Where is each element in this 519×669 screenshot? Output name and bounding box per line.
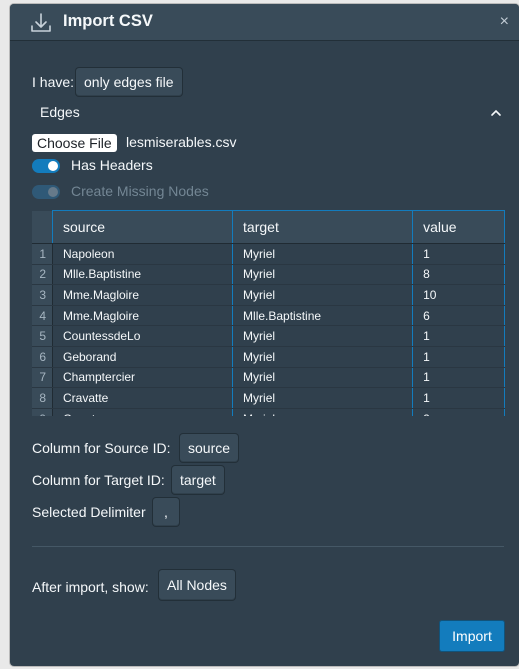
table-cell-target: Mlle.Baptistine — [232, 305, 414, 327]
table-cell-source: Napoleon — [51, 243, 234, 265]
edges-section-header[interactable]: Edges — [32, 104, 504, 124]
import-csv-dialog: Import CSV × I have: only edges file Edg… — [10, 4, 519, 666]
table-cell-source: Mme.Magloire — [51, 284, 234, 306]
close-icon[interactable]: × — [500, 13, 509, 31]
table-cell-source: Mme.Magloire — [51, 305, 234, 327]
table-row: 8 Cravatte Myriel 1 — [32, 387, 505, 409]
table-header-row: source target value — [32, 210, 505, 244]
table-cell-value: 1 — [412, 243, 505, 265]
table-cell-value: 1 — [412, 325, 505, 347]
dialog-header: Import CSV × — [10, 4, 519, 40]
table-cell-value: 1 — [412, 346, 505, 368]
divider — [32, 546, 504, 547]
table-row: 9CountMyriel2 — [32, 408, 505, 416]
row-number: 5 — [32, 325, 53, 347]
has-headers-label: Has Headers — [71, 157, 153, 173]
table-cell-value: 8 — [412, 264, 505, 286]
source-type-select[interactable]: only edges file — [76, 68, 182, 96]
table-cell-source: Mlle.Baptistine — [51, 264, 234, 286]
dialog-title: Import CSV — [63, 12, 153, 30]
table-row: 7 Champtercier Myriel 1 — [32, 367, 505, 389]
row-number: 3 — [32, 284, 53, 306]
target-id-select[interactable]: target — [172, 466, 224, 494]
table-row: 1 Napoleon Myriel 1 — [32, 243, 505, 265]
table-cell-source: Count — [51, 408, 234, 416]
table-cell-target: Myriel — [232, 387, 414, 409]
edges-section-title: Edges — [40, 104, 80, 120]
column-header-target[interactable]: target — [232, 210, 414, 244]
import-button[interactable]: Import — [439, 620, 505, 652]
table-row: 4 Mme.Magloire Mlle.Baptistine 6 — [32, 305, 505, 327]
table-cell-target: Myriel — [232, 284, 414, 306]
row-number: 4 — [32, 305, 53, 327]
table-cell-value: 2 — [412, 408, 505, 416]
table-row: 6 Geborand Myriel 1 — [32, 346, 505, 368]
row-number: 7 — [32, 367, 53, 389]
table-cell-source: Champtercier — [51, 367, 234, 389]
row-number: 1 — [32, 243, 53, 265]
create-missing-nodes-toggle — [32, 185, 60, 199]
download-icon — [31, 13, 51, 32]
table-cell-value: 10 — [412, 284, 505, 306]
create-missing-nodes-label: Create Missing Nodes — [71, 183, 209, 199]
chevron-up-icon[interactable] — [488, 107, 504, 119]
after-import-select[interactable]: All Nodes — [159, 570, 235, 600]
delimiter-select[interactable]: , — [153, 498, 179, 526]
choose-file-button[interactable]: Choose File — [32, 134, 117, 152]
delimiter-label: Selected Delimiter — [32, 504, 146, 520]
source-id-select[interactable]: source — [180, 434, 239, 462]
source-type-label: I have: — [32, 74, 75, 90]
table-cell-target: Myriel — [232, 325, 414, 347]
table-cell-value: 1 — [412, 387, 505, 409]
table-cell-source: Cravatte — [51, 387, 234, 409]
file-name: lesmiserables.csv — [126, 134, 237, 150]
table-cell-target: Myriel — [232, 408, 414, 416]
source-id-label: Column for Source ID: — [32, 440, 171, 456]
table-cell-target: Myriel — [232, 243, 414, 265]
table-cell-target: Myriel — [232, 367, 414, 389]
table-row: 5 CountessdeLo Myriel 1 — [32, 325, 505, 347]
row-number: 9 — [32, 408, 53, 416]
row-number: 8 — [32, 387, 53, 409]
row-number: 6 — [32, 346, 53, 368]
row-number-header — [32, 210, 53, 244]
table-row: 3 Mme.Magloire Myriel 10 — [32, 284, 505, 306]
table-cell-target: Myriel — [232, 346, 414, 368]
has-headers-toggle[interactable] — [32, 159, 60, 173]
table-cell-value: 1 — [412, 367, 505, 389]
table-cell-value: 6 — [412, 305, 505, 327]
row-number: 2 — [32, 264, 53, 286]
table-row: 2 Mlle.Baptistine Myriel 8 — [32, 264, 505, 286]
table-cell-source: Geborand — [51, 346, 234, 368]
column-header-value[interactable]: value — [412, 210, 505, 244]
table-cell-source: CountessdeLo — [51, 325, 234, 347]
csv-preview-table[interactable]: source target value 1 Napoleon Myriel 1 2 Mll… — [32, 210, 505, 416]
column-header-source[interactable]: source — [51, 210, 234, 244]
target-id-label: Column for Target ID: — [32, 472, 165, 488]
after-import-label: After import, show: — [32, 579, 149, 595]
table-cell-target: Myriel — [232, 264, 414, 286]
